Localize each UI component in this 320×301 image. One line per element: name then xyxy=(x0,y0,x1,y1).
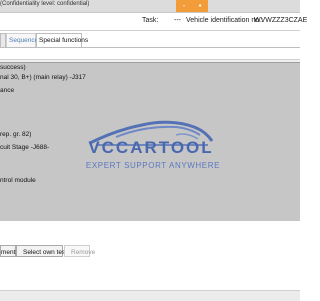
function-list[interactable]: success) nal 30, B+) (main relay) -J317 … xyxy=(0,62,300,222)
status-bar xyxy=(0,290,300,301)
tab-bar: Sequence Special functions xyxy=(0,31,300,47)
window-controls: - ▪ xyxy=(176,0,208,12)
minimize-button[interactable]: - xyxy=(176,0,192,12)
watermark-title: VCCARTOOL xyxy=(88,138,214,157)
list-item[interactable]: ance xyxy=(0,87,14,94)
list-item[interactable]: ntrol module xyxy=(0,177,36,184)
tab-special-functions[interactable]: Special functions xyxy=(36,33,88,47)
vin-value: WVWZZZ3CZAE xyxy=(254,17,308,24)
vin-label: Vehicle identification no.: xyxy=(186,17,264,24)
tab-sequence[interactable]: Sequence xyxy=(6,33,38,47)
bottom-panel xyxy=(0,221,300,300)
confidentiality-label: (Confidentiality level: confidential) xyxy=(0,1,90,7)
list-item[interactable]: nal 30, B+) (main relay) -J317 xyxy=(0,74,86,81)
vehicle-info-bar: Task: --- Vehicle identification no.: WV… xyxy=(0,13,307,31)
remove-button[interactable]: Remove xyxy=(64,245,95,257)
list-item[interactable]: cuit Stage -J688- xyxy=(0,144,49,151)
watermark-tagline: EXPERT SUPPORT ANYWHERE xyxy=(85,161,221,170)
task-label: Task: xyxy=(142,17,159,24)
list-item[interactable]: rep. gr. 82) xyxy=(0,131,31,138)
documents-button[interactable]: ments xyxy=(0,245,19,257)
title-bar: (Confidentiality level: confidential) - … xyxy=(0,0,300,13)
task-value: --- xyxy=(174,17,181,24)
list-item[interactable]: success) xyxy=(0,64,26,71)
maximize-button[interactable]: ▪ xyxy=(192,0,208,12)
select-own-test-button[interactable]: Select own test... xyxy=(16,245,73,257)
